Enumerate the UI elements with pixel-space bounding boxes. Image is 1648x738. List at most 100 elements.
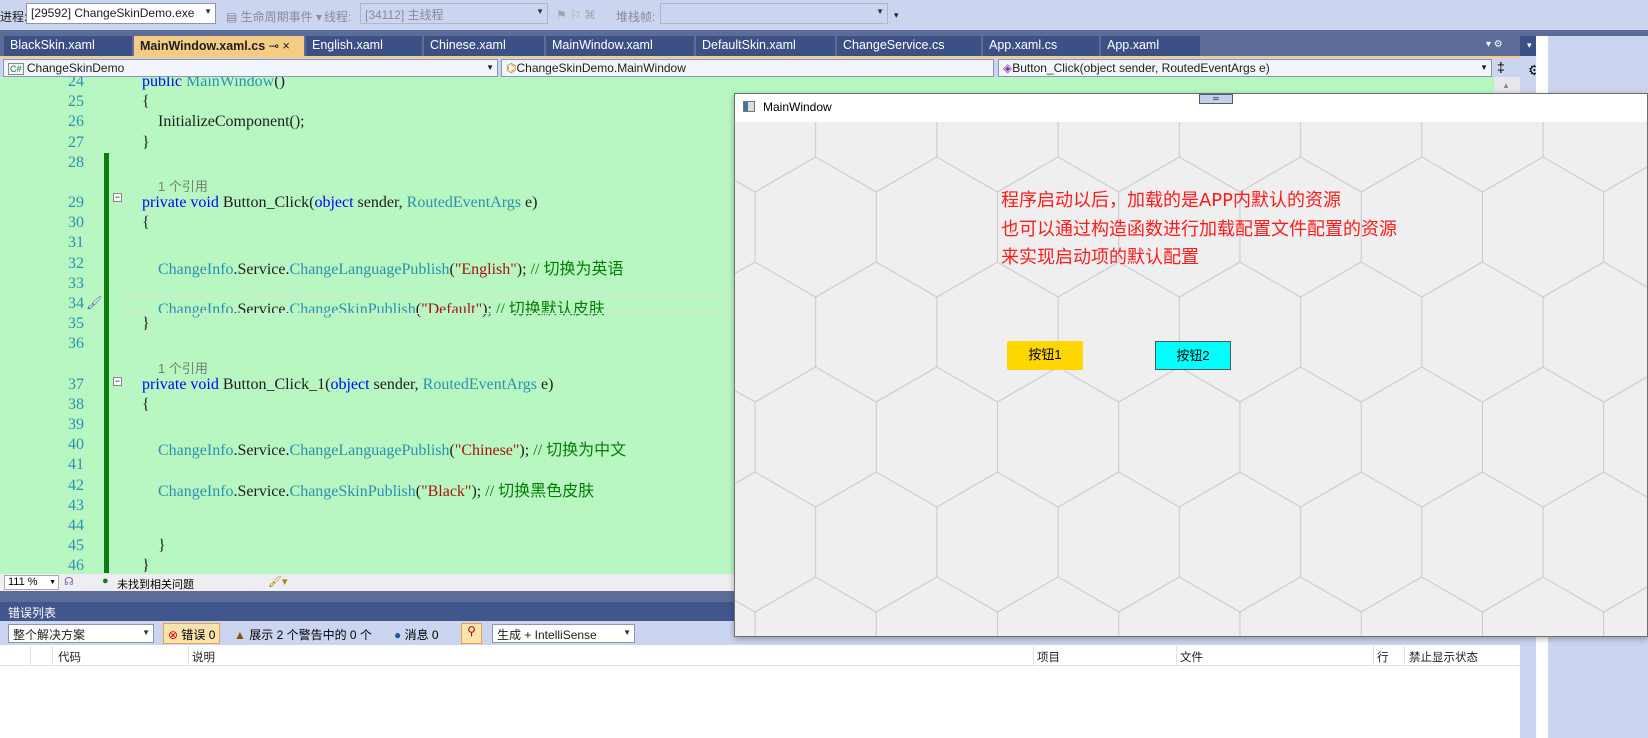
code-token: } (110, 537, 166, 555)
tab-mainwindow-xaml-cs[interactable]: MainWindow.xaml.cs ⊸ × (134, 36, 304, 56)
button-1[interactable]: 按钮1 (1007, 341, 1083, 370)
code-token: e) (541, 375, 554, 393)
thread-value: [34112] 主线程 (365, 8, 444, 22)
tab-options-icon[interactable]: ▾ ⚙ (1486, 39, 1503, 50)
codelens-references[interactable]: 1 个引用 (158, 358, 208, 377)
code-line[interactable]: { (110, 93, 150, 111)
overflow-icon[interactable]: ▾ (894, 10, 899, 21)
code-line[interactable]: } (110, 537, 166, 555)
code-line[interactable]: private void Button_Click_1(object sende… (110, 376, 553, 394)
class-select[interactable]: ⌬ChangeSkinDemo.MainWindow (501, 59, 994, 77)
warnings-filter-button[interactable]: ▲ 展示 2 个警告中的 0 个 (234, 626, 372, 643)
button-2[interactable]: 按钮2 (1155, 341, 1231, 370)
code-token: ChangeSkinPublish (289, 301, 416, 318)
tab-app-xaml-cs[interactable]: App.xaml.cs (983, 36, 1099, 56)
code-token: ); (471, 482, 486, 500)
zoom-select[interactable]: 111 % ▼ (4, 575, 59, 590)
column-suppression[interactable]: 禁止显示状态 (1409, 649, 1478, 665)
document-tabs: BlackSkin.xaml MainWindow.xaml.cs ⊸ × Engl… (0, 36, 1520, 56)
check-icon: ● (102, 575, 109, 587)
code-token: Button_Click_1( (222, 375, 331, 393)
tab-chinese-xaml[interactable]: Chinese.xaml (424, 36, 544, 56)
lifecycle-events-button[interactable]: ▤ 生命周期事件 ▾ (226, 8, 322, 25)
codelens-references[interactable]: 1 个引用 (158, 176, 208, 195)
line-number: 31 (68, 234, 84, 252)
collapse-icon[interactable]: − (113, 377, 122, 386)
code-line[interactable]: public MainWindow() (110, 77, 285, 91)
code-line[interactable]: { (110, 396, 150, 414)
code-token: } (110, 315, 150, 333)
code-line[interactable]: } (110, 315, 150, 333)
column-file[interactable]: 文件 (1180, 649, 1203, 665)
tab-blackskin-xaml[interactable]: BlackSkin.xaml (4, 36, 132, 56)
tab-english-xaml[interactable]: English.xaml (306, 36, 422, 56)
flag-icons[interactable]: ⚑ ⚐ ⌘ (556, 8, 596, 22)
code-line[interactable]: private void Button_Click(object sender,… (110, 194, 537, 212)
code-token: ); (482, 301, 496, 318)
debug-toolbar-handle[interactable]: ═ (1199, 94, 1233, 104)
column-line[interactable]: 行 (1377, 649, 1389, 665)
column-code[interactable]: 代码 (58, 649, 81, 665)
member-select[interactable]: ◈Button_Click(object sender, RoutedEvent… (998, 59, 1492, 77)
code-token: .Service. (233, 442, 290, 460)
column-project[interactable]: 项目 (1037, 649, 1060, 665)
thread-select[interactable]: [34112] 主线程 ▼ (360, 3, 548, 24)
code-token: // 切换默认皮肤 (495, 301, 605, 318)
code-token: .Service. (233, 260, 290, 278)
line-number: 30 (68, 214, 84, 232)
project-select[interactable]: C# ChangeSkinDemo ▼ (3, 59, 498, 77)
tab-mainwindow-xaml[interactable]: MainWindow.xaml (546, 36, 694, 56)
code-token: () (274, 77, 285, 90)
pin-close-icons[interactable]: ⊸ × (265, 39, 290, 53)
code-cleanup-icon[interactable]: 🖌▾ (268, 575, 288, 588)
tab-app-xaml[interactable]: App.xaml (1101, 36, 1200, 56)
code-token: "Chinese" (454, 442, 520, 460)
line-number: 40 (68, 436, 84, 454)
code-token: sender, (357, 194, 407, 211)
class-icon: ⌬ (506, 61, 517, 75)
info-icon: ● (394, 628, 402, 642)
app-content: 程序启动以后，加载的是APP内默认的资源 也可以通过构造函数进行加载配置文件配置… (735, 122, 1647, 636)
code-line[interactable]: { (110, 214, 150, 232)
code-token: private void (110, 194, 223, 211)
chevron-down-icon: ▼ (536, 7, 544, 16)
process-select[interactable]: [29592] ChangeSkinDemo.exe ▼ (26, 3, 216, 24)
collapse-icon[interactable]: − (113, 193, 122, 202)
stackframe-select[interactable]: ▼ (660, 3, 888, 24)
code-line[interactable]: ChangeInfo.Service.ChangeLanguagePublish… (110, 436, 626, 460)
code-line[interactable]: InitializeComponent(); (110, 113, 305, 131)
tab-defaultskin-xaml[interactable]: DefaultSkin.xaml (696, 36, 835, 56)
code-line[interactable]: } (110, 557, 150, 574)
line-number: 34 (68, 295, 84, 312)
chevron-down-icon: ▼ (204, 7, 212, 16)
code-token: InitializeComponent(); (110, 113, 305, 131)
source-value: 生成 + IntelliSense (497, 628, 597, 642)
messages-filter-button[interactable]: ● 消息 0 (394, 626, 439, 643)
tab-changeservice-cs[interactable]: ChangeService.cs (837, 36, 981, 56)
code-line[interactable]: ChangeInfo.Service.ChangeSkinPublish("De… (110, 295, 605, 319)
code-line[interactable]: } (110, 134, 150, 152)
column-description[interactable]: 说明 (192, 649, 215, 665)
line-number: 27 (68, 133, 84, 151)
split-icon[interactable]: ‡ (1497, 59, 1505, 75)
code-token: "Black" (421, 482, 472, 500)
errors-filter-button[interactable]: ⊗ 错误 0 (163, 623, 221, 644)
filter-icon[interactable]: ⚲ (461, 623, 482, 644)
copilot-icon[interactable]: ☊ (64, 575, 74, 588)
code-token: MainWindow (186, 77, 275, 90)
line-number: 46 (68, 557, 84, 574)
source-select[interactable]: 生成 + IntelliSense ▼ (492, 624, 635, 643)
line-number: 42 (68, 476, 84, 494)
code-line[interactable]: ChangeInfo.Service.ChangeSkinPublish("Bl… (110, 477, 594, 501)
code-token: "English" (454, 260, 517, 278)
error-icon: ⊗ (168, 628, 179, 642)
code-token: ); (516, 260, 531, 278)
scope-value: 整个解决方案 (13, 628, 86, 642)
scope-select[interactable]: 整个解决方案 ▼ (8, 624, 154, 643)
thread-label: 线程: (324, 10, 352, 24)
code-token: { (110, 395, 150, 413)
code-line[interactable]: ChangeInfo.Service.ChangeLanguagePublish… (110, 255, 623, 279)
line-number: 43 (68, 496, 84, 514)
issues-status[interactable]: 未找到相关问题 (117, 576, 194, 592)
quick-action-icon[interactable]: 🖌 (86, 295, 103, 311)
